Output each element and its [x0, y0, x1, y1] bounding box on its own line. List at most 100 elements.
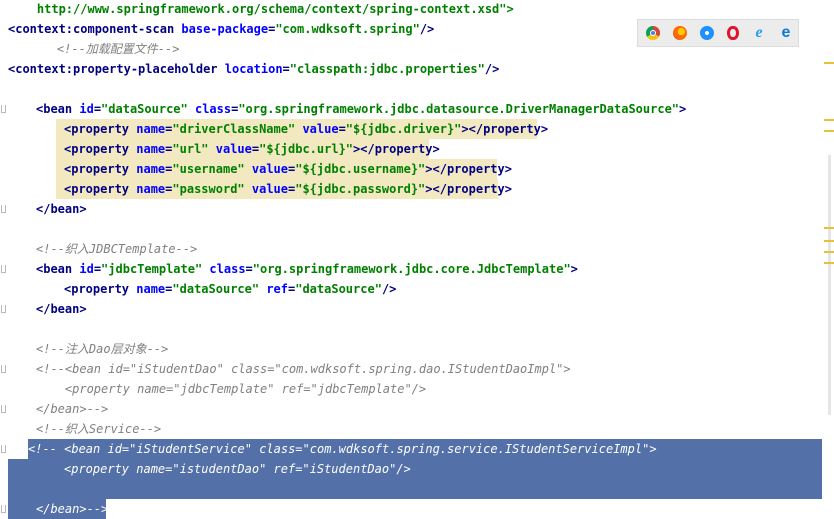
code-line[interactable]: <!--注入Dao层对象-->: [8, 339, 822, 359]
token-tag: =: [245, 262, 253, 276]
code-text: <property name="username" value="${jdbc.…: [64, 159, 512, 179]
fold-marker-icon[interactable]: [1, 105, 6, 113]
token-attr: name: [136, 142, 166, 156]
fold-marker-icon[interactable]: [1, 405, 6, 413]
change-marker[interactable]: [824, 130, 834, 132]
fold-marker-icon[interactable]: [1, 365, 6, 373]
code-line[interactable]: [8, 219, 822, 239]
fold-marker-icon[interactable]: [1, 445, 6, 453]
token-attr: name: [136, 282, 166, 296]
token-cm: <!--<bean id="iStudentDao" class="com.wd…: [36, 362, 571, 376]
code-line[interactable]: </bean>-->: [8, 399, 822, 419]
code-line[interactable]: <context:property-placeholder location="…: [8, 59, 822, 79]
code-line[interactable]: [8, 319, 822, 339]
token-attr: name: [136, 122, 166, 136]
fold-marker-icon[interactable]: [1, 205, 6, 213]
token-tag: ></property>: [461, 122, 549, 136]
code-line[interactable]: <!--<bean id="iStudentDao" class="com.wd…: [8, 359, 822, 379]
code-line[interactable]: [8, 479, 822, 499]
token-val: "dataSource": [101, 102, 195, 116]
code-line[interactable]: [8, 79, 822, 99]
opera-icon[interactable]: [727, 26, 739, 40]
code-line[interactable]: <!--织入JDBCTemplate-->: [8, 239, 822, 259]
code-line[interactable]: </bean>: [8, 199, 822, 219]
code-line[interactable]: <property name="istudentDao" ref="iStude…: [8, 459, 822, 479]
firefox-icon[interactable]: [673, 26, 687, 40]
token-val: "dataSource": [172, 282, 267, 296]
token-tag: =: [282, 62, 290, 76]
token-val: "username": [172, 162, 252, 176]
code-line[interactable]: http://www.springframework.org/schema/co…: [8, 0, 822, 19]
fold-marker-icon[interactable]: [1, 505, 6, 513]
code-line[interactable]: </bean>: [8, 299, 822, 319]
code-text: <context:component-scan base-package="co…: [8, 19, 434, 39]
code-line[interactable]: <property name="password" value="${jdbc.…: [8, 179, 822, 199]
chrome-icon[interactable]: [646, 26, 660, 40]
token-tag: <context:component-scan: [8, 22, 182, 36]
token-cm: <!--加载配置文件-->: [28, 42, 180, 56]
code-line[interactable]: <!--织入Service-->: [8, 419, 822, 439]
code-line[interactable]: <property name="dataSource" ref="dataSou…: [8, 279, 822, 299]
token-attr: value: [251, 182, 288, 196]
scrollbar-thumb[interactable]: [828, 155, 831, 415]
token-tag: <bean: [36, 262, 80, 276]
token-val: "dataSource": [295, 282, 382, 296]
code-line[interactable]: <!-- <bean id="iStudentService" class="c…: [8, 439, 822, 459]
token-tag: />: [381, 282, 397, 296]
fold-marker-icon[interactable]: [1, 265, 6, 273]
change-marker[interactable]: [824, 240, 834, 242]
fold-marker-icon[interactable]: [1, 305, 6, 313]
code-text: <bean id="dataSource" class="org.springf…: [36, 99, 686, 119]
token-val: "url": [172, 142, 216, 156]
token-val: "com.wdksoft.spring": [275, 22, 420, 36]
token-sel: <!-- <bean id="iStudentService" class="c…: [28, 442, 657, 456]
token-val: "password": [172, 182, 252, 196]
editor-gutter: [0, 0, 8, 519]
token-cm: <!--织入JDBCTemplate-->: [36, 242, 198, 256]
token-tag: ></property>: [425, 162, 512, 176]
code-text: <property name="url" value="${jdbc.url}"…: [64, 139, 440, 159]
code-text: <property name="dataSource" ref="dataSou…: [64, 279, 396, 299]
code-text: <property name="driverClassName" value="…: [64, 119, 548, 139]
change-marker[interactable]: [824, 119, 834, 121]
code-text: <!--<bean id="iStudentDao" class="com.wd…: [36, 359, 571, 379]
token-tag: =: [93, 262, 102, 276]
token-attr: location: [224, 62, 283, 76]
token-attr: id: [79, 262, 94, 276]
token-tag: =: [93, 102, 102, 116]
code-line[interactable]: <property name="jdbcTemplate" ref="jdbcT…: [8, 379, 822, 399]
token-val: "driverClassName": [172, 122, 303, 136]
code-text: <!--织入Service-->: [36, 419, 161, 439]
token-attr: name: [136, 162, 166, 176]
token-attr: base-package: [181, 22, 269, 36]
change-marker[interactable]: [824, 262, 834, 264]
token-tag: <bean: [36, 102, 80, 116]
token-tag: <property: [64, 182, 137, 196]
change-marker[interactable]: [824, 227, 834, 229]
token-tag: >: [570, 262, 578, 276]
code-text: <!-- <bean id="iStudentService" class="c…: [28, 439, 657, 459]
code-text: </bean>: [36, 199, 87, 219]
token-tag: ></property>: [353, 142, 440, 156]
safari-icon[interactable]: [700, 26, 714, 40]
change-marker[interactable]: [824, 62, 834, 64]
code-line[interactable]: <property name="url" value="${jdbc.url}"…: [8, 139, 822, 159]
code-text: <!--注入Dao层对象-->: [36, 339, 168, 359]
token-tag: ></property>: [425, 182, 512, 196]
code-line[interactable]: <property name="driverClassName" value="…: [8, 119, 822, 139]
code-editor[interactable]: http://www.springframework.org/schema/co…: [0, 0, 834, 519]
token-tag: <context:property-placeholder: [8, 62, 225, 76]
token-sel: <property name="istudentDao" ref="iStude…: [64, 462, 411, 476]
code-line[interactable]: <bean id="jdbcTemplate" class="org.sprin…: [8, 259, 822, 279]
token-cm: <!--织入Service-->: [36, 422, 162, 436]
token-tag: </bean>: [36, 202, 87, 216]
edge-icon[interactable]: e: [779, 25, 793, 41]
code-line[interactable]: <bean id="dataSource" class="org.springf…: [8, 99, 822, 119]
ie-icon[interactable]: e: [752, 25, 766, 41]
token-attr: id: [79, 102, 94, 116]
change-marker[interactable]: [824, 251, 834, 253]
token-attr: class: [209, 262, 246, 276]
code-line[interactable]: </bean>-->: [8, 499, 822, 519]
code-line[interactable]: <property name="username" value="${jdbc.…: [8, 159, 822, 179]
browser-preview-toolbar: e e: [637, 19, 799, 47]
